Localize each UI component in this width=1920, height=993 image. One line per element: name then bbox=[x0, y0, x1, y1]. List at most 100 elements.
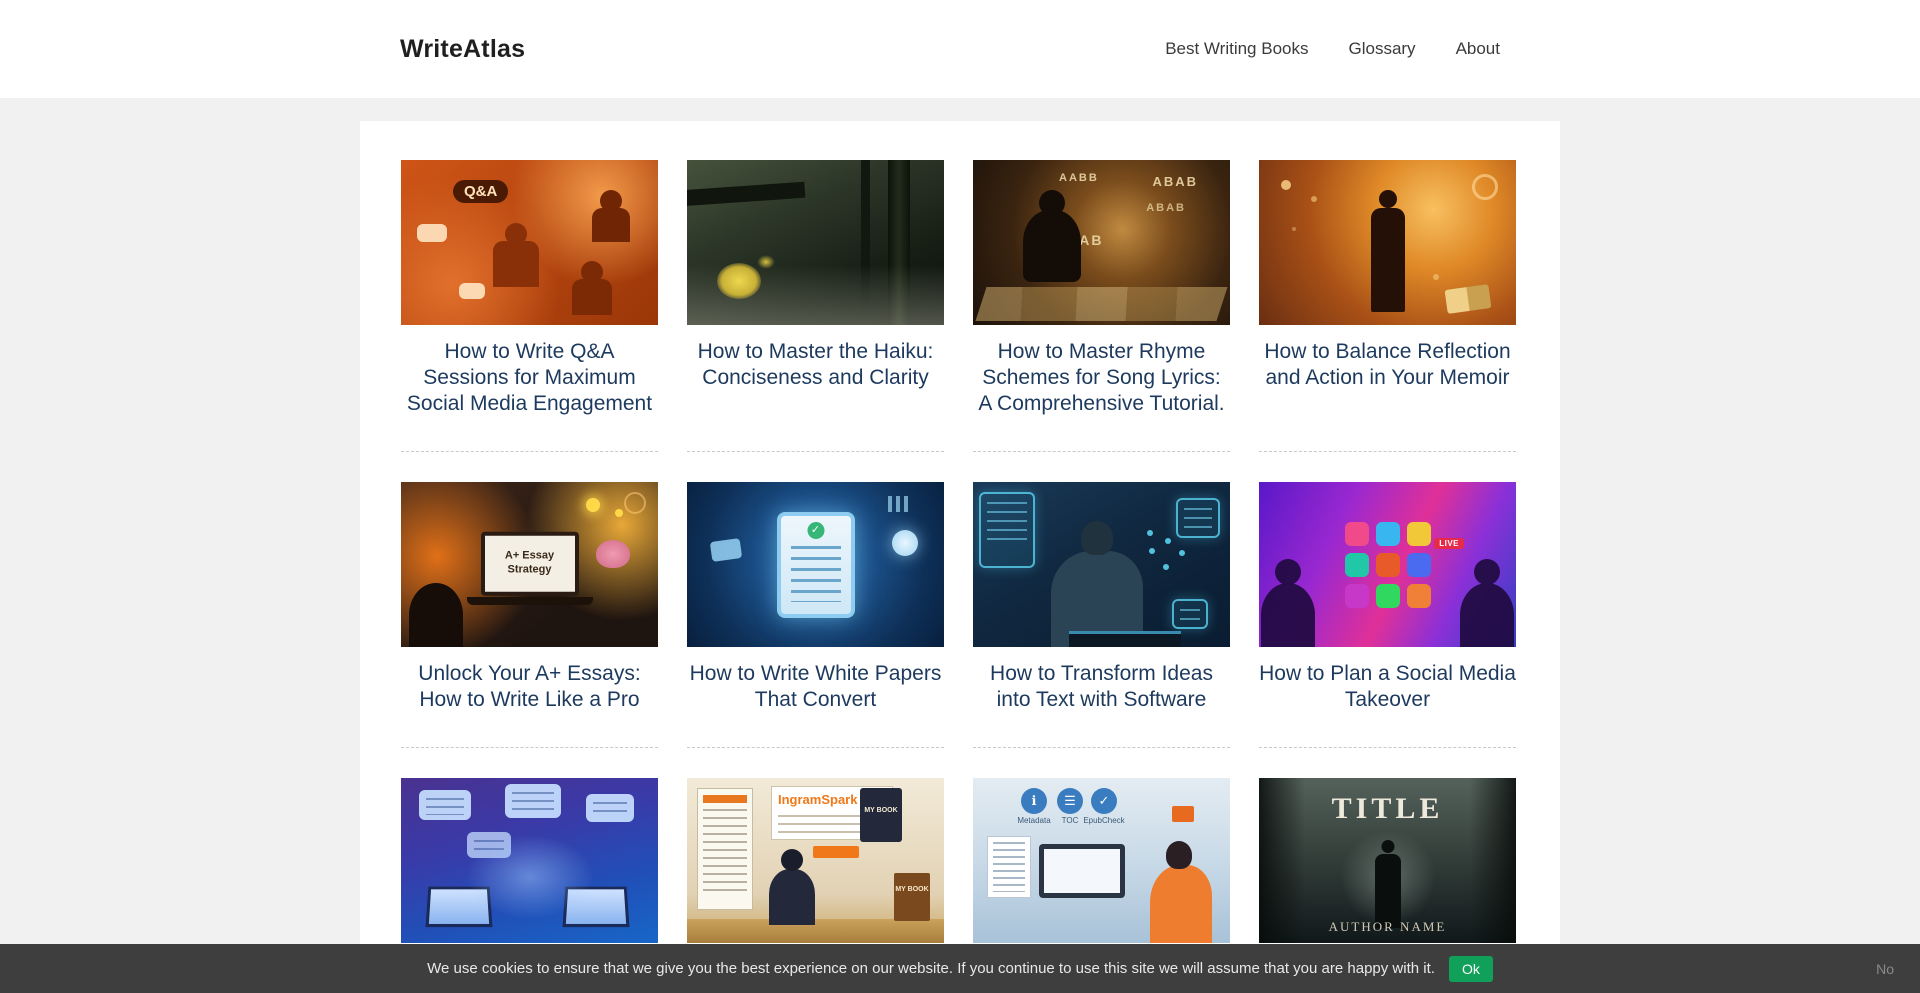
glow-dots bbox=[1281, 180, 1291, 190]
post-thumbnail-memoir[interactable] bbox=[1259, 160, 1516, 325]
post-title[interactable]: How to Plan a Social Media Takeover bbox=[1259, 661, 1516, 713]
person-silhouette bbox=[592, 208, 630, 242]
chat-bubble bbox=[419, 790, 471, 820]
tablet-document: ✓ bbox=[777, 512, 855, 618]
post-thumbnail-rhyme-schemes[interactable]: AABB ABAB ABAB ABAB bbox=[973, 160, 1230, 325]
lightbulb-icon bbox=[586, 498, 600, 512]
laptop-screen-text: A+ Essay Strategy bbox=[489, 549, 571, 577]
site-logo[interactable]: WriteAtlas bbox=[400, 35, 525, 64]
header-inner: WriteAtlas Best Writing Books Glossary A… bbox=[400, 35, 1500, 64]
post-card-memoir: How to Balance Reflection and Action in … bbox=[1259, 160, 1516, 452]
holographic-panel bbox=[979, 492, 1035, 568]
app-icon bbox=[1376, 584, 1400, 608]
person-silhouette bbox=[769, 869, 815, 925]
post-card-haiku: How to Master the Haiku: Conciseness and… bbox=[687, 160, 944, 452]
post-grid: Q&A How to Write Q&A Sessions for Maximu… bbox=[401, 160, 1519, 992]
rhyme-scheme-label: ABAB bbox=[1146, 202, 1186, 214]
post-card-transform-ideas: How to Transform Ideas into Text with So… bbox=[973, 482, 1230, 748]
post-thumbnail-white-papers[interactable]: ✓ bbox=[687, 482, 944, 647]
walking-figure-silhouette bbox=[1371, 208, 1405, 312]
person-silhouette bbox=[409, 583, 463, 647]
person-silhouette bbox=[493, 241, 539, 287]
app-icon bbox=[1376, 553, 1400, 577]
orange-button bbox=[813, 846, 859, 858]
laptop-screen: A+ Essay Strategy bbox=[481, 531, 579, 595]
qa-badge: Q&A bbox=[453, 180, 508, 203]
laptop-base bbox=[467, 597, 593, 605]
handshake-icon bbox=[710, 538, 742, 562]
post-thumbnail-transform-ideas[interactable] bbox=[973, 482, 1230, 647]
laptop-screen bbox=[563, 887, 630, 927]
post-thumbnail-qa-sessions[interactable]: Q&A bbox=[401, 160, 658, 325]
document-page bbox=[697, 788, 753, 910]
post-title[interactable]: How to Transform Ideas into Text with So… bbox=[973, 661, 1230, 713]
post-title[interactable]: How to Write Q&A Sessions for Maximum So… bbox=[401, 339, 658, 417]
post-card-social-takeover: LIVE How to Plan a Social Media Takeover bbox=[1259, 482, 1516, 748]
nav-glossary[interactable]: Glossary bbox=[1348, 39, 1415, 59]
post-title[interactable]: How to Write White Papers That Convert bbox=[687, 661, 944, 713]
person-silhouette bbox=[1150, 865, 1212, 943]
open-book-icon bbox=[1445, 284, 1492, 314]
desk-surface bbox=[687, 919, 944, 943]
app-icon bbox=[1376, 522, 1400, 546]
epubcheck-check-icon: ✓ bbox=[1091, 788, 1117, 814]
holographic-panel bbox=[1172, 599, 1208, 629]
post-thumbnail-ingramspark[interactable]: IngramSpark MY BOOK MY BOOK bbox=[687, 778, 944, 943]
app-icon bbox=[1407, 522, 1431, 546]
metadata-icon: ℹ bbox=[1021, 788, 1047, 814]
book-icon bbox=[1172, 806, 1194, 822]
post-card-essays: A+ Essay Strategy Unlock Your A+ Essays:… bbox=[401, 482, 658, 748]
document-page bbox=[987, 836, 1031, 898]
brain-icon bbox=[596, 540, 630, 568]
speech-bubble-icon bbox=[417, 224, 447, 242]
book-cover: MY BOOK bbox=[894, 873, 930, 921]
chat-bubble bbox=[467, 832, 511, 858]
cookie-no-link[interactable]: No bbox=[1876, 961, 1894, 977]
lightbulb-icon bbox=[892, 530, 918, 556]
cover-author-text: AUTHOR NAME bbox=[1259, 919, 1516, 935]
network-nodes-icon bbox=[1149, 548, 1155, 554]
roof-shape bbox=[687, 182, 805, 207]
nav-about[interactable]: About bbox=[1456, 39, 1500, 59]
clock-icon bbox=[1472, 174, 1498, 200]
app-icon bbox=[1345, 553, 1369, 577]
app-icon bbox=[1345, 522, 1369, 546]
laptop-screen bbox=[426, 887, 493, 927]
rhyme-scheme-label: AABB bbox=[1059, 172, 1099, 184]
speech-bubble-icon bbox=[459, 283, 485, 299]
chat-bubble bbox=[505, 784, 561, 818]
check-icon: ✓ bbox=[807, 522, 824, 539]
post-thumbnail-book-cover[interactable]: TITLE AUTHOR NAME bbox=[1259, 778, 1516, 943]
post-title[interactable]: How to Master Rhyme Schemes for Song Lyr… bbox=[973, 339, 1230, 417]
post-title[interactable]: Unlock Your A+ Essays: How to Write Like… bbox=[401, 661, 658, 713]
clock-icon bbox=[624, 492, 646, 514]
content-card: Q&A How to Write Q&A Sessions for Maximu… bbox=[360, 121, 1560, 993]
cover-title-text: TITLE bbox=[1259, 792, 1516, 826]
person-silhouette bbox=[1460, 583, 1514, 647]
live-badge: LIVE bbox=[1434, 538, 1464, 549]
app-icon bbox=[1407, 584, 1431, 608]
yellow-flower bbox=[717, 263, 761, 299]
cookie-ok-button[interactable]: Ok bbox=[1449, 956, 1493, 982]
post-title[interactable]: How to Balance Reflection and Action in … bbox=[1259, 339, 1516, 391]
app-icon bbox=[1407, 553, 1431, 577]
writer-silhouette bbox=[1023, 210, 1081, 282]
post-thumbnail-essays[interactable]: A+ Essay Strategy bbox=[401, 482, 658, 647]
post-thumbnail-haiku[interactable] bbox=[687, 160, 944, 325]
laptop-base bbox=[1069, 631, 1181, 647]
person-silhouette bbox=[572, 279, 612, 315]
post-thumbnail-social-takeover[interactable]: LIVE bbox=[1259, 482, 1516, 647]
cookie-banner: We use cookies to ensure that we give yo… bbox=[0, 944, 1920, 993]
app-icon-grid bbox=[1345, 522, 1431, 608]
chat-bubble bbox=[586, 794, 634, 822]
cookie-message: We use cookies to ensure that we give yo… bbox=[427, 960, 1435, 977]
app-icon bbox=[1345, 584, 1369, 608]
post-thumbnail-epub-check[interactable]: ℹ ☰ ✓ Metadata TOC EpubCheck bbox=[973, 778, 1230, 943]
post-card-qa-sessions: Q&A How to Write Q&A Sessions for Maximu… bbox=[401, 160, 658, 452]
nav-best-writing-books[interactable]: Best Writing Books bbox=[1165, 39, 1308, 59]
post-card-white-papers: ✓ How to Write White Papers That Convert bbox=[687, 482, 944, 748]
icon-label: EpubCheck bbox=[1082, 816, 1126, 825]
chart-bars-icon bbox=[888, 496, 914, 512]
post-title[interactable]: How to Master the Haiku: Conciseness and… bbox=[687, 339, 944, 391]
post-thumbnail-chat-laptops[interactable] bbox=[401, 778, 658, 943]
